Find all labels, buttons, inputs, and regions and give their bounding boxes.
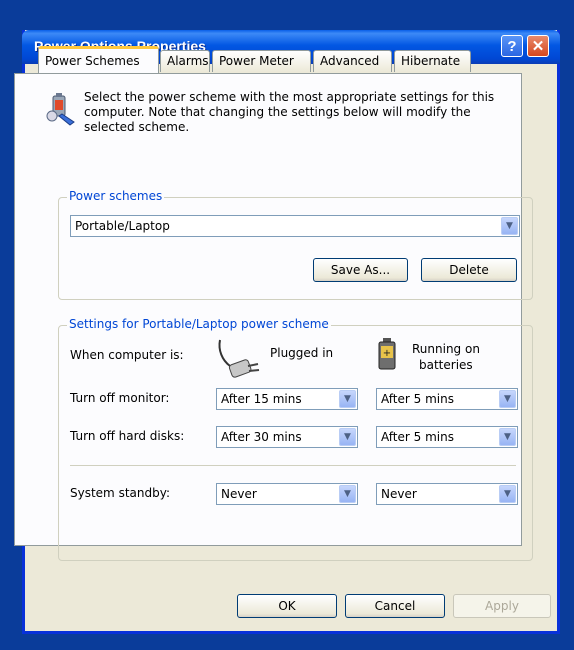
- disks-battery-value: After 5 mins: [381, 430, 454, 444]
- close-button[interactable]: ✕: [527, 35, 549, 57]
- tab-advanced[interactable]: Advanced: [313, 50, 392, 72]
- chevron-down-icon[interactable]: ▼: [499, 485, 516, 503]
- power-schemes-legend: Power schemes: [67, 189, 165, 203]
- monitor-battery-value: After 5 mins: [381, 392, 454, 406]
- help-button[interactable]: ?: [501, 35, 523, 57]
- tab-alarms[interactable]: Alarms: [160, 50, 210, 72]
- disks-plugged-value: After 30 mins: [221, 430, 302, 444]
- plugged-in-label: Plugged in: [270, 346, 334, 360]
- save-as-button[interactable]: Save As...: [313, 258, 408, 282]
- chevron-down-icon[interactable]: ▼: [499, 428, 516, 446]
- power-options-icon: [46, 93, 75, 126]
- cancel-button[interactable]: Cancel: [345, 594, 445, 618]
- when-computer-is-label: When computer is:: [70, 348, 184, 362]
- standby-battery-select[interactable]: Never ▼: [376, 483, 518, 505]
- disks-battery-select[interactable]: After 5 mins ▼: [376, 426, 518, 448]
- chevron-down-icon[interactable]: ▼: [499, 390, 516, 408]
- battery-label-line2: batteries: [419, 358, 473, 372]
- tab-power-schemes[interactable]: Power Schemes: [38, 46, 159, 73]
- power-scheme-select[interactable]: Portable/Laptop ▼: [70, 215, 520, 237]
- system-standby-label: System standby:: [70, 486, 170, 500]
- standby-battery-value: Never: [381, 487, 417, 501]
- tab-power-meter[interactable]: Power Meter: [212, 50, 311, 72]
- chevron-down-icon[interactable]: ▼: [339, 428, 356, 446]
- chevron-down-icon[interactable]: ▼: [339, 485, 356, 503]
- monitor-battery-select[interactable]: After 5 mins ▼: [376, 388, 518, 410]
- chevron-down-icon[interactable]: ▼: [501, 217, 518, 235]
- ok-button[interactable]: OK: [237, 594, 337, 618]
- scheme-settings-legend: Settings for Portable/Laptop power schem…: [67, 317, 331, 331]
- standby-plugged-select[interactable]: Never ▼: [216, 483, 358, 505]
- chevron-down-icon[interactable]: ▼: [339, 390, 356, 408]
- tab-hibernate[interactable]: Hibernate: [394, 50, 471, 72]
- close-icon: ✕: [531, 38, 545, 55]
- monitor-plugged-value: After 15 mins: [221, 392, 302, 406]
- svg-text:+: +: [383, 348, 391, 359]
- battery-label-line1: Running on: [412, 342, 480, 356]
- power-schemes-group: Power schemes: [58, 189, 533, 300]
- monitor-plugged-select[interactable]: After 15 mins ▼: [216, 388, 358, 410]
- intro-text: Select the power scheme with the most ap…: [84, 90, 495, 134]
- turn-off-hard-disks-label: Turn off hard disks:: [70, 429, 185, 443]
- settings-divider: [70, 465, 516, 466]
- power-scheme-value: Portable/Laptop: [75, 219, 170, 233]
- plug-icon: [218, 339, 260, 378]
- delete-button[interactable]: Delete: [421, 258, 517, 282]
- help-icon: ?: [507, 38, 517, 55]
- standby-plugged-value: Never: [221, 487, 257, 501]
- battery-icon: +: [378, 338, 396, 370]
- disks-plugged-select[interactable]: After 30 mins ▼: [216, 426, 358, 448]
- turn-off-monitor-label: Turn off monitor:: [70, 391, 170, 405]
- apply-button[interactable]: Apply: [453, 594, 551, 618]
